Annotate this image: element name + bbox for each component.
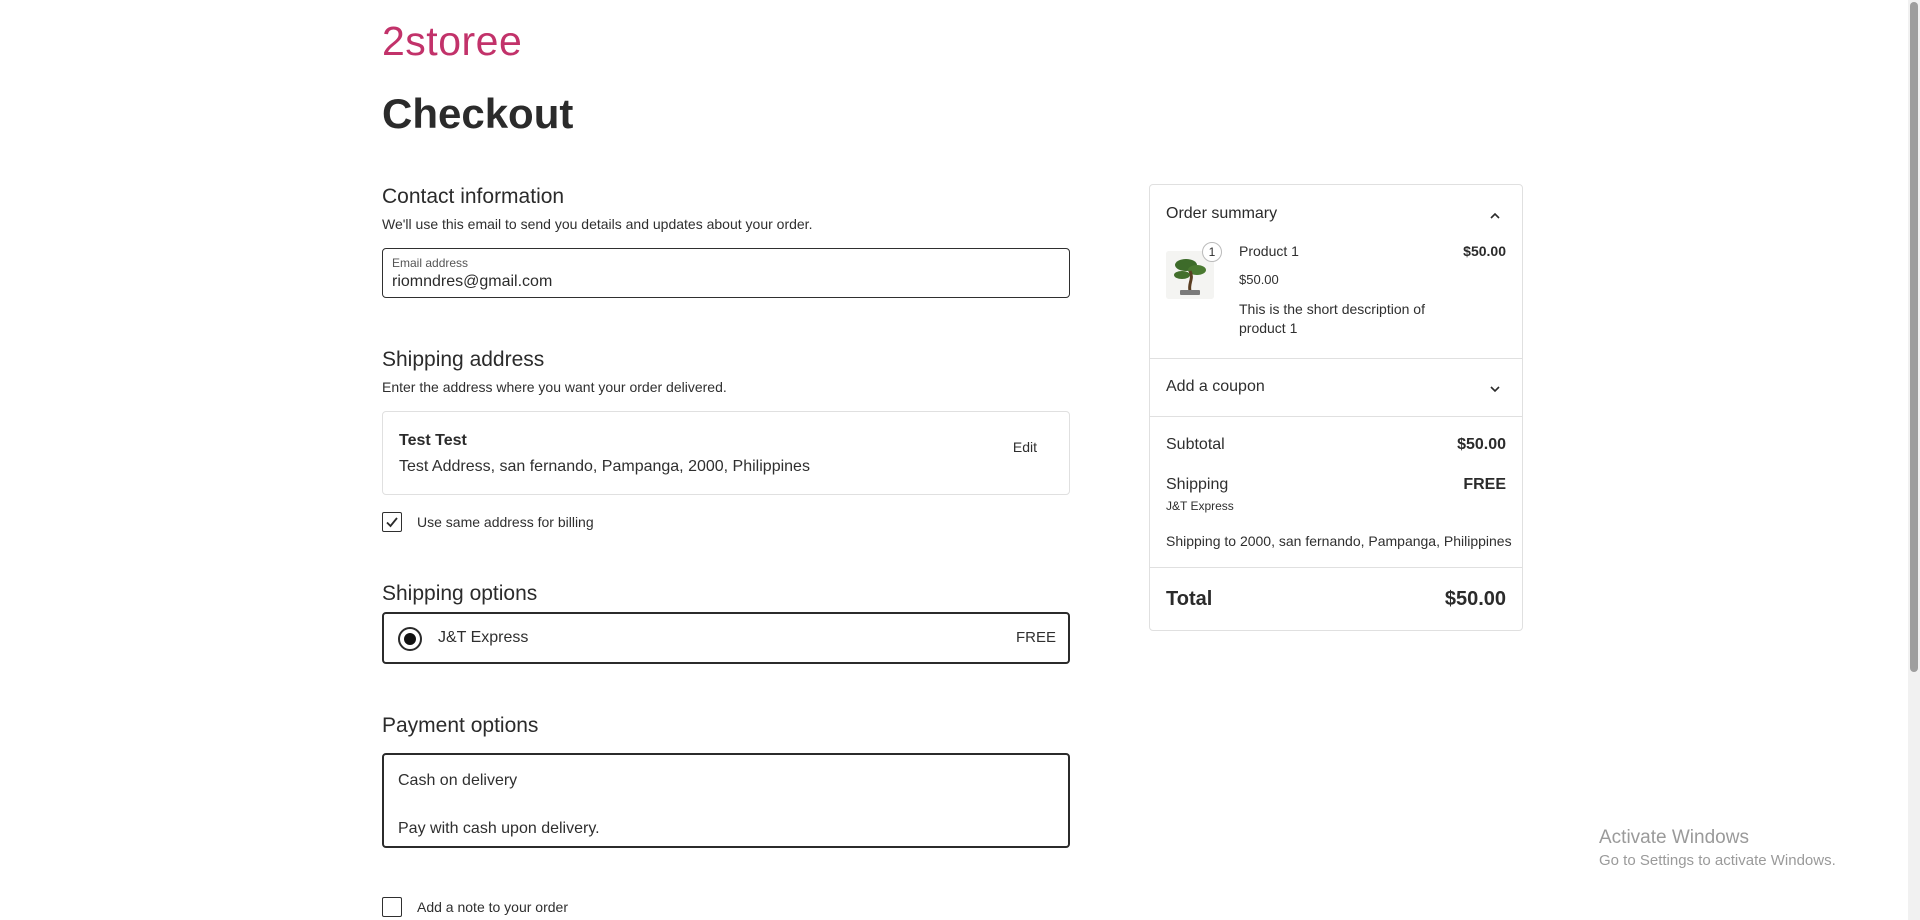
chevron-up-icon[interactable] (1488, 209, 1502, 223)
radio-selected-dot (404, 633, 416, 645)
shipping-method-name: J&T Express (1166, 499, 1234, 513)
shipping-label: Shipping (1166, 476, 1229, 493)
product-line-total: $50.00 (1463, 243, 1506, 259)
email-field-value[interactable]: riomndres@gmail.com (392, 273, 552, 291)
billing-same-checkbox[interactable] (382, 512, 402, 532)
payment-method-description: Pay with cash upon delivery. (398, 820, 600, 837)
billing-same-label[interactable]: Use same address for billing (417, 514, 594, 530)
address-name: Test Test (399, 432, 467, 449)
summary-divider (1150, 416, 1522, 417)
subtotal-label: Subtotal (1166, 436, 1225, 453)
payment-option-cod[interactable]: Cash on delivery Pay with cash upon deli… (382, 753, 1070, 848)
email-field-label: Email address (392, 256, 469, 270)
contact-section-description: We'll use this email to send you details… (382, 216, 813, 232)
order-note-checkbox[interactable] (382, 897, 402, 917)
subtotal-value: $50.00 (1457, 436, 1506, 453)
product-unit-price: $50.00 (1239, 272, 1279, 287)
contact-section-title: Contact information (382, 185, 565, 208)
shipping-option-price: FREE (1015, 629, 1056, 646)
add-coupon-toggle[interactable]: Add a coupon (1166, 378, 1265, 396)
shipping-value: FREE (1463, 476, 1506, 493)
chevron-down-icon[interactable] (1488, 382, 1502, 396)
product-name: Product 1 (1239, 243, 1299, 259)
payment-method-name: Cash on delivery (398, 772, 518, 789)
edit-address-button[interactable]: Edit (1013, 439, 1037, 455)
order-summary-panel: Order summary 1 Product 1 $50.00 $50.00 … (1149, 184, 1523, 631)
summary-divider (1150, 358, 1522, 359)
product-description: This is the short description of product… (1239, 301, 1425, 336)
shipping-option-jt-express[interactable]: J&T Express FREE (382, 612, 1070, 664)
checkmark-icon (386, 517, 398, 528)
shipping-options-title: Shipping options (382, 582, 538, 605)
shipping-address-description: Enter the address where you want your or… (382, 379, 727, 395)
shipping-address-title: Shipping address (382, 348, 545, 371)
product-quantity-badge: 1 (1202, 242, 1222, 262)
page-title: Checkout (382, 90, 574, 137)
shipping-destination: Shipping to 2000, san fernando, Pampanga… (1166, 533, 1512, 549)
shipping-option-name: J&T Express (438, 629, 529, 646)
address-line: Test Address, san fernando, Pampanga, 20… (399, 458, 810, 475)
activate-windows-subtitle: Go to Settings to activate Windows. (1599, 852, 1836, 869)
activate-windows-title: Activate Windows (1599, 827, 1749, 848)
order-note-label[interactable]: Add a note to your order (417, 899, 568, 915)
total-value: $50.00 (1444, 588, 1506, 610)
shipping-option-radio[interactable] (398, 627, 422, 651)
total-label: Total (1166, 588, 1213, 610)
scrollbar-thumb[interactable] (1910, 2, 1918, 672)
email-field[interactable]: Email address riomndres@gmail.com (382, 248, 1070, 298)
payment-options-title: Payment options (382, 714, 539, 737)
brand-logo[interactable]: 2storee (382, 18, 522, 65)
order-summary-title[interactable]: Order summary (1166, 205, 1277, 223)
summary-divider (1150, 567, 1522, 568)
address-card: Test Test Test Address, san fernando, Pa… (382, 411, 1070, 495)
